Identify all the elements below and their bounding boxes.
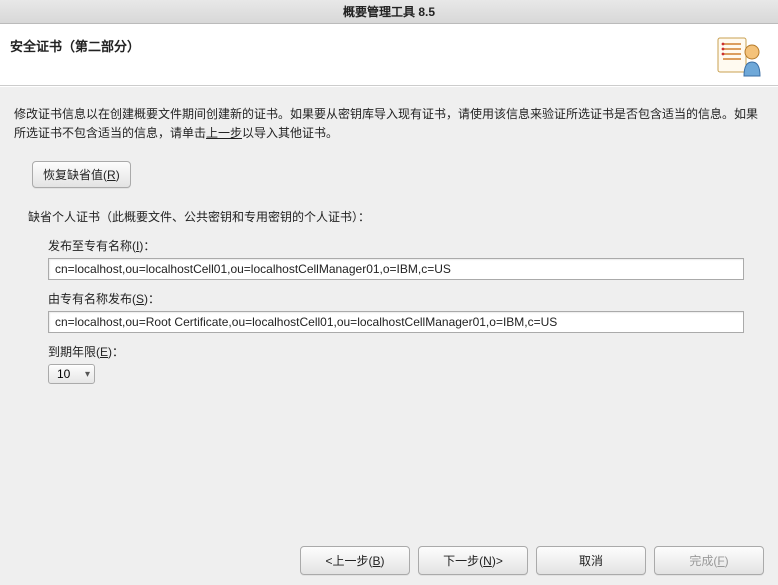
wizard-footer: <上一步(B) 下一步(N)> 取消 完成(F) bbox=[0, 535, 778, 585]
wizard-banner-icon bbox=[716, 34, 764, 78]
wizard-header: 安全证书（第二部分） bbox=[0, 24, 778, 86]
expiry-select[interactable]: 10 ▾ bbox=[48, 364, 95, 384]
description-text: 修改证书信息以在创建概要文件期间创建新的证书。如果要从密钥库导入现有证书，请使用… bbox=[14, 105, 764, 143]
chevron-down-icon: ▾ bbox=[85, 369, 90, 380]
expiry-label: 到期年限(E)： bbox=[48, 343, 744, 360]
issued-to-input[interactable] bbox=[48, 258, 744, 280]
issued-to-label: 发布至专有名称(I)： bbox=[48, 237, 744, 254]
wizard-content: 修改证书信息以在创建概要文件期间创建新的证书。如果要从密钥库导入现有证书，请使用… bbox=[0, 86, 778, 535]
restore-defaults-button[interactable]: 恢复缺省值(R) bbox=[32, 161, 131, 188]
page-title: 安全证书（第二部分） bbox=[10, 36, 140, 55]
window-title: 概要管理工具 8.5 bbox=[0, 0, 778, 24]
cancel-button[interactable]: 取消 bbox=[536, 546, 646, 575]
back-button[interactable]: <上一步(B) bbox=[300, 546, 410, 575]
issued-by-input[interactable] bbox=[48, 311, 744, 333]
finish-button: 完成(F) bbox=[654, 546, 764, 575]
next-button[interactable]: 下一步(N)> bbox=[418, 546, 528, 575]
issued-by-label: 由专有名称发布(S)： bbox=[48, 290, 744, 307]
section-label: 缺省个人证书（此概要文件、公共密钥和专用密钥的个人证书）： bbox=[28, 208, 764, 225]
